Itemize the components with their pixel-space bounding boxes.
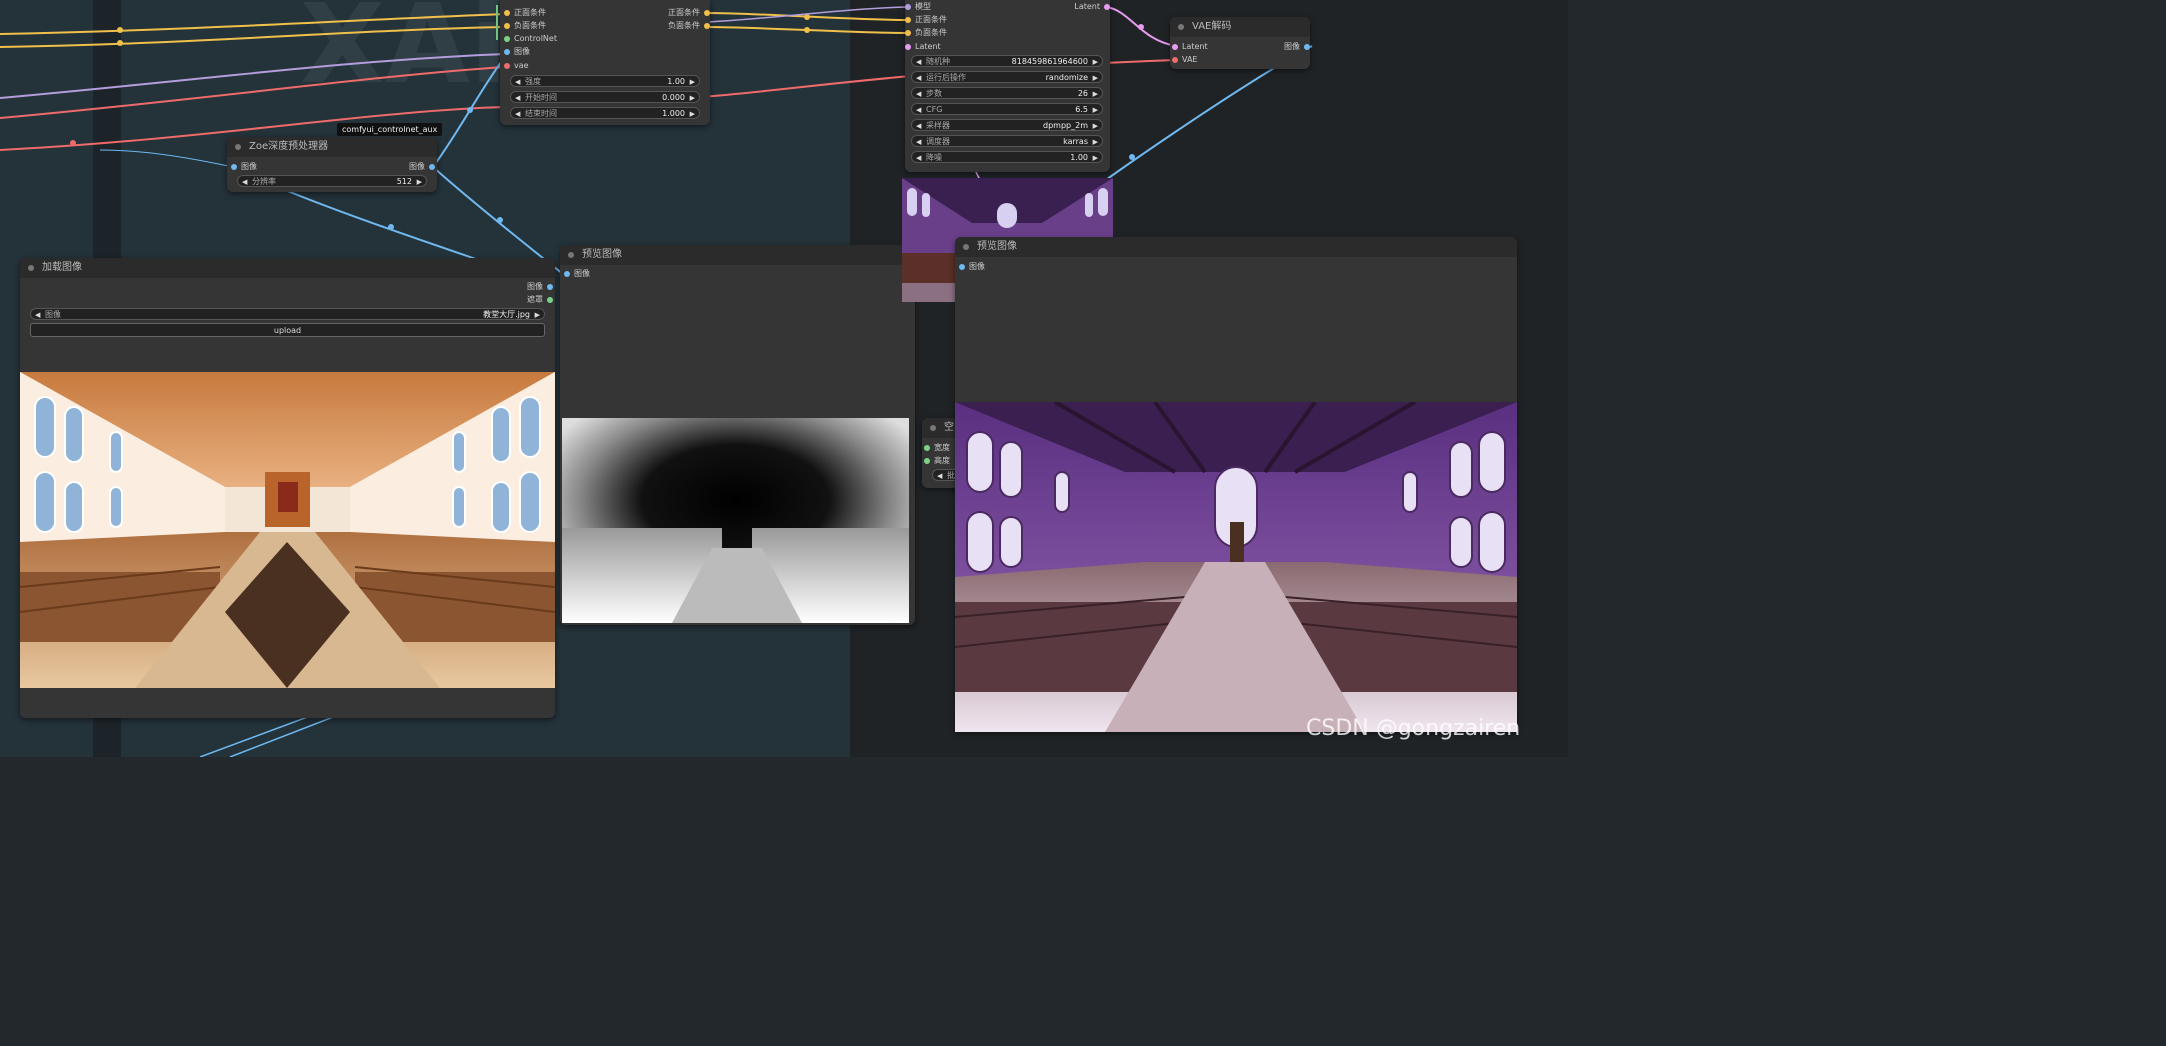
output-positive[interactable]: 正面条件 [668, 7, 710, 19]
end-percent-widget[interactable]: ◀ 结束时间 1.000 ▶ [510, 107, 700, 119]
scheduler-widget[interactable]: ◀ 调度器 karras ▶ [911, 135, 1103, 147]
decrement-arrow-icon[interactable]: ◀ [515, 76, 520, 88]
denoise-widget[interactable]: ◀ 降噪 1.00 ▶ [911, 151, 1103, 163]
node-title[interactable]: 加载图像 [20, 258, 555, 278]
input-image[interactable]: 图像 [959, 261, 985, 273]
decrement-arrow-icon[interactable]: ◀ [242, 176, 247, 188]
steps-widget[interactable]: ◀ 步数 26 ▶ [911, 87, 1103, 99]
decrement-arrow-icon[interactable]: ◀ [937, 470, 942, 482]
increment-arrow-icon[interactable]: ▶ [1093, 104, 1098, 116]
output-image[interactable]: 图像 [409, 161, 435, 173]
input-model[interactable]: 模型 [905, 1, 931, 13]
increment-arrow-icon[interactable]: ▶ [535, 309, 540, 321]
node-title[interactable]: VAE解码 [1170, 17, 1310, 37]
output-mask[interactable]: 遮罩 [527, 294, 553, 306]
increment-arrow-icon[interactable]: ▶ [417, 176, 422, 188]
input-latent[interactable]: Latent [905, 41, 941, 53]
node-title[interactable]: 预览图像 [955, 237, 1517, 257]
seed-widget[interactable]: ◀ 随机种 818459861964600 ▶ [911, 55, 1103, 67]
node-tooltip: comfyui_controlnet_aux [337, 123, 443, 136]
sampler-widget[interactable]: ◀ 采样器 dpmpp_2m ▶ [911, 119, 1103, 131]
preview-depth-node[interactable]: 预览图像 图像 [560, 245, 915, 625]
increment-arrow-icon[interactable]: ▶ [690, 108, 695, 120]
node-title[interactable]: Zoe深度预处理器 [227, 137, 437, 157]
start-percent-widget[interactable]: ◀ 开始时间 0.000 ▶ [510, 91, 700, 103]
input-vae[interactable]: VAE [1172, 54, 1198, 66]
increment-arrow-icon[interactable]: ▶ [1093, 136, 1098, 148]
input-image[interactable]: 图像 [504, 46, 530, 58]
preview-result-node[interactable]: 预览图像 图像 [955, 237, 1517, 732]
cfg-widget[interactable]: ◀ CFG 6.5 ▶ [911, 103, 1103, 115]
input-image[interactable]: 图像 [231, 161, 257, 173]
decrement-arrow-icon[interactable]: ◀ [916, 136, 921, 148]
increment-arrow-icon[interactable]: ▶ [1093, 56, 1098, 68]
strength-widget[interactable]: ◀ 强度 1.00 ▶ [510, 75, 700, 87]
decrement-arrow-icon[interactable]: ◀ [35, 309, 40, 321]
control-after-generate-widget[interactable]: ◀ 运行后操作 randomize ▶ [911, 71, 1103, 83]
input-latent[interactable]: Latent [1172, 41, 1208, 53]
upload-button[interactable]: upload [30, 323, 545, 337]
input-controlnet[interactable]: ControlNet [504, 33, 557, 45]
decrement-arrow-icon[interactable]: ◀ [916, 72, 921, 84]
increment-arrow-icon[interactable]: ▶ [1093, 88, 1098, 100]
increment-arrow-icon[interactable]: ▶ [1093, 152, 1098, 164]
increment-arrow-icon[interactable]: ▶ [1093, 120, 1098, 132]
output-image[interactable]: 图像 [527, 281, 553, 293]
xai-logo-watermark: XAi [300, 0, 508, 108]
decrement-arrow-icon[interactable]: ◀ [916, 88, 921, 100]
church-photo-original [20, 372, 555, 688]
input-width[interactable]: 宽度 [924, 442, 950, 454]
decrement-arrow-icon[interactable]: ◀ [515, 92, 520, 104]
input-vae[interactable]: vae [504, 60, 529, 72]
load-image-node[interactable]: 加载图像 图像 遮罩 ◀ 图像 教堂大厅.jpg ▶ upload [20, 258, 555, 718]
generated-church-image [955, 402, 1517, 732]
decrement-arrow-icon[interactable]: ◀ [916, 120, 921, 132]
increment-arrow-icon[interactable]: ▶ [690, 92, 695, 104]
csdn-watermark: CSDN @gongzairen [1306, 716, 1521, 741]
decrement-arrow-icon[interactable]: ◀ [916, 104, 921, 116]
input-image[interactable]: 图像 [564, 268, 590, 280]
input-negative[interactable]: 负面条件 [504, 20, 546, 32]
resolution-widget[interactable]: ◀ 分辨率 512 ▶ [237, 175, 427, 187]
vae-decode-node[interactable]: VAE解码 Latent VAE 图像 [1170, 17, 1310, 69]
input-height[interactable]: 高度 [924, 455, 950, 467]
output-latent[interactable]: Latent [1074, 1, 1110, 13]
depth-map-preview [562, 418, 909, 623]
zoe-depth-node[interactable]: Zoe深度预处理器 图像 图像 ◀ 分辨率 512 ▶ [227, 137, 437, 192]
image-select-widget[interactable]: ◀ 图像 教堂大厅.jpg ▶ [30, 308, 545, 320]
output-negative[interactable]: 负面条件 [668, 20, 710, 32]
node-title[interactable]: 预览图像 [560, 245, 915, 265]
increment-arrow-icon[interactable]: ▶ [1093, 72, 1098, 84]
decrement-arrow-icon[interactable]: ◀ [515, 108, 520, 120]
ksampler-node[interactable]: 模型 正面条件 负面条件 Latent Latent ◀ 随机种 818459861… [905, 0, 1110, 172]
increment-arrow-icon[interactable]: ▶ [690, 76, 695, 88]
output-image[interactable]: 图像 [1284, 41, 1310, 53]
decrement-arrow-icon[interactable]: ◀ [916, 56, 921, 68]
decrement-arrow-icon[interactable]: ◀ [916, 152, 921, 164]
input-negative[interactable]: 负面条件 [905, 27, 947, 39]
input-positive[interactable]: 正面条件 [905, 14, 947, 26]
controlnet-apply-node[interactable]: 正面条件 负面条件 ControlNet 图像 vae 正面条件 负面条件 ◀ 强… [500, 0, 710, 125]
input-positive[interactable]: 正面条件 [504, 7, 546, 19]
